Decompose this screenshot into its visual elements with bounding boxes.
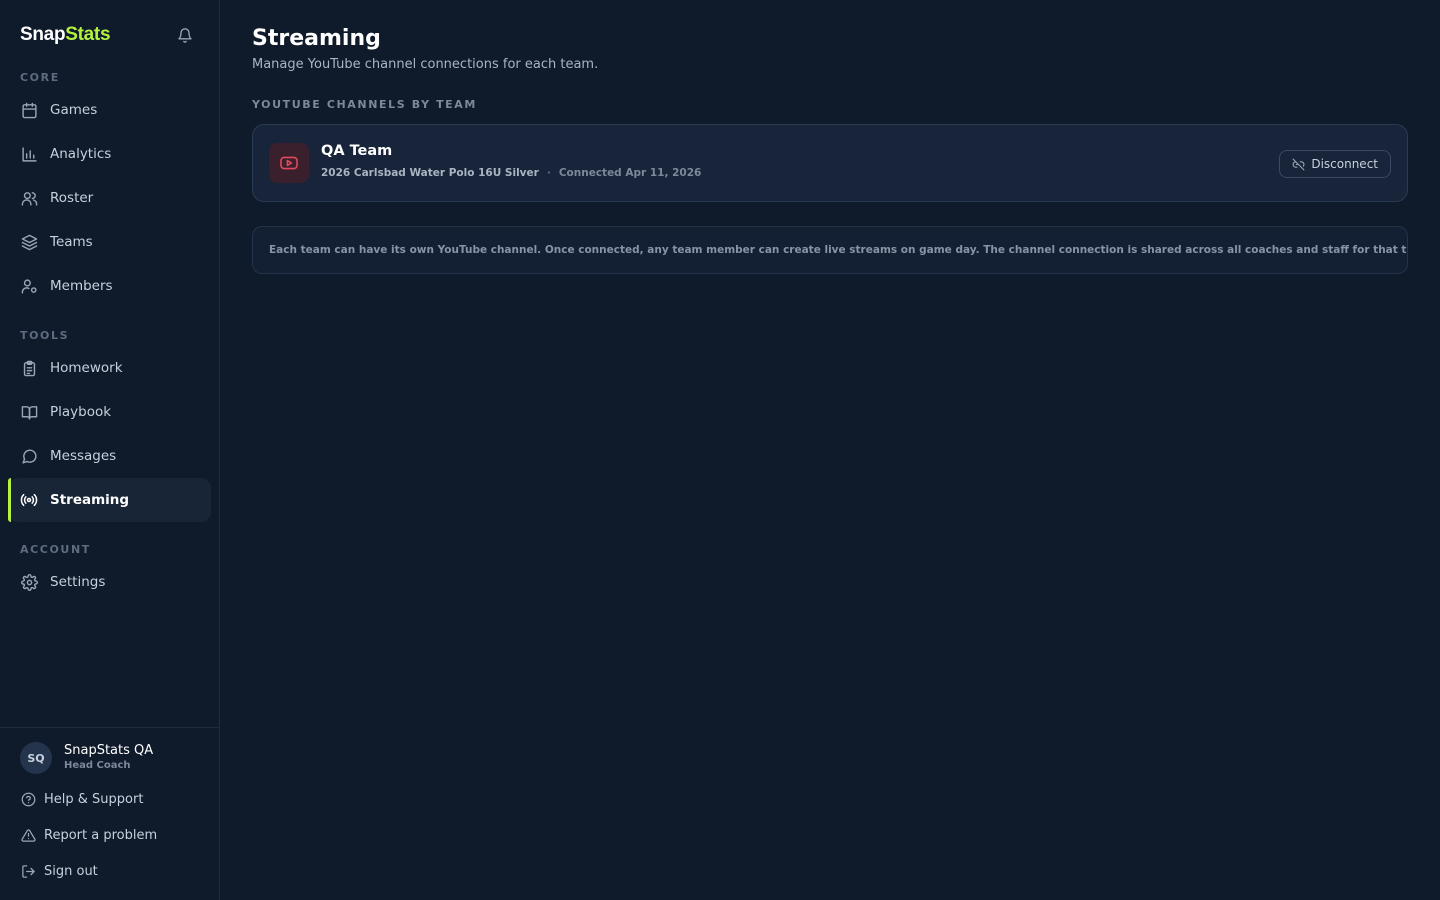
- meta-separator: ·: [546, 167, 551, 179]
- main-content: Streaming Manage YouTube channel connect…: [220, 0, 1440, 900]
- sidebar-item-label: Settings: [50, 574, 106, 590]
- brand-row: SnapStats: [20, 22, 195, 48]
- sidebar-item-teams[interactable]: Teams: [8, 220, 211, 264]
- clipboard-icon: [20, 359, 38, 377]
- sidebar-item-label: Teams: [50, 234, 93, 250]
- sidebar-item-members[interactable]: Members: [8, 264, 211, 308]
- team-channel-card: QA Team 2026 Carlsbad Water Polo 16U Sil…: [252, 124, 1408, 202]
- report-problem-link[interactable]: Report a problem: [20, 825, 157, 845]
- team-meta: 2026 Carlsbad Water Polo 16U Silver · Co…: [321, 167, 701, 179]
- sidebar-item-streaming[interactable]: Streaming: [8, 478, 211, 522]
- channel-name: 2026 Carlsbad Water Polo 16U Silver: [321, 167, 539, 179]
- sidebar-item-label: Games: [50, 102, 98, 118]
- radio-icon: [20, 491, 38, 509]
- sidebar-item-label: Streaming: [50, 492, 130, 508]
- page-title: Streaming: [252, 26, 381, 51]
- sidebar-footer: SQ SnapStats QA Head Coach Help & Suppor…: [0, 727, 219, 900]
- youtube-icon: [269, 143, 309, 183]
- unlink-icon: [1292, 158, 1305, 171]
- brand-part-2: Stats: [65, 24, 111, 45]
- report-problem-label: Report a problem: [44, 827, 158, 843]
- sidebar-item-roster[interactable]: Roster: [8, 176, 211, 220]
- user-profile[interactable]: SQ SnapStats QA Head Coach: [20, 742, 153, 774]
- gear-icon: [20, 573, 38, 591]
- brand-logo[interactable]: SnapStats: [20, 24, 111, 46]
- sidebar-item-analytics[interactable]: Analytics: [8, 132, 211, 176]
- alert-triangle-icon: [20, 827, 36, 843]
- page-subtitle: Manage YouTube channel connections for e…: [252, 57, 599, 72]
- sign-out-link[interactable]: Sign out: [20, 861, 98, 881]
- sidebar-item-games[interactable]: Games: [8, 88, 211, 132]
- sidebar-item-label: Analytics: [50, 146, 112, 162]
- connected-date: Connected Apr 11, 2026: [558, 167, 702, 179]
- help-support-label: Help & Support: [44, 791, 144, 807]
- bar-chart-icon: [20, 145, 38, 163]
- sidebar-item-label: Homework: [50, 360, 123, 376]
- book-icon: [20, 403, 38, 421]
- sign-out-label: Sign out: [44, 863, 98, 879]
- log-out-icon: [20, 863, 36, 879]
- help-circle-icon: [20, 791, 36, 807]
- user-info: SnapStats QA Head Coach: [64, 743, 153, 773]
- section-label-core: CORE: [20, 71, 60, 84]
- sidebar-item-messages[interactable]: Messages: [8, 434, 211, 478]
- sidebar: SnapStats CORE Games Analytics Roster Te…: [0, 0, 220, 900]
- disconnect-label: Disconnect: [1311, 157, 1378, 171]
- team-name: QA Team: [321, 143, 393, 159]
- sidebar-item-label: Members: [50, 278, 113, 294]
- help-support-link[interactable]: Help & Support: [20, 789, 143, 809]
- app-root: SnapStats CORE Games Analytics Roster Te…: [0, 0, 1440, 900]
- disconnect-button[interactable]: Disconnect: [1279, 150, 1391, 178]
- sidebar-item-label: Messages: [50, 448, 117, 464]
- sidebar-item-playbook[interactable]: Playbook: [8, 390, 211, 434]
- layers-icon: [20, 233, 38, 251]
- message-circle-icon: [20, 447, 38, 465]
- section-label-youtube-channels: YOUTUBE CHANNELS BY TEAM: [252, 98, 477, 111]
- user-cog-icon: [20, 277, 38, 295]
- users-icon: [20, 189, 38, 207]
- user-name: SnapStats QA: [64, 743, 154, 758]
- bell-icon[interactable]: [175, 25, 195, 45]
- info-box: Each team can have its own YouTube chann…: [252, 226, 1408, 274]
- brand-part-1: Snap: [20, 24, 66, 45]
- calendar-icon: [20, 101, 38, 119]
- section-label-tools: TOOLS: [20, 329, 70, 342]
- section-label-account: ACCOUNT: [20, 543, 91, 556]
- sidebar-item-label: Roster: [50, 190, 94, 206]
- user-role: Head Coach: [64, 760, 131, 771]
- sidebar-item-settings[interactable]: Settings: [8, 560, 211, 604]
- sidebar-item-homework[interactable]: Homework: [8, 346, 211, 390]
- sidebar-item-label: Playbook: [50, 404, 112, 420]
- avatar: SQ: [20, 742, 52, 774]
